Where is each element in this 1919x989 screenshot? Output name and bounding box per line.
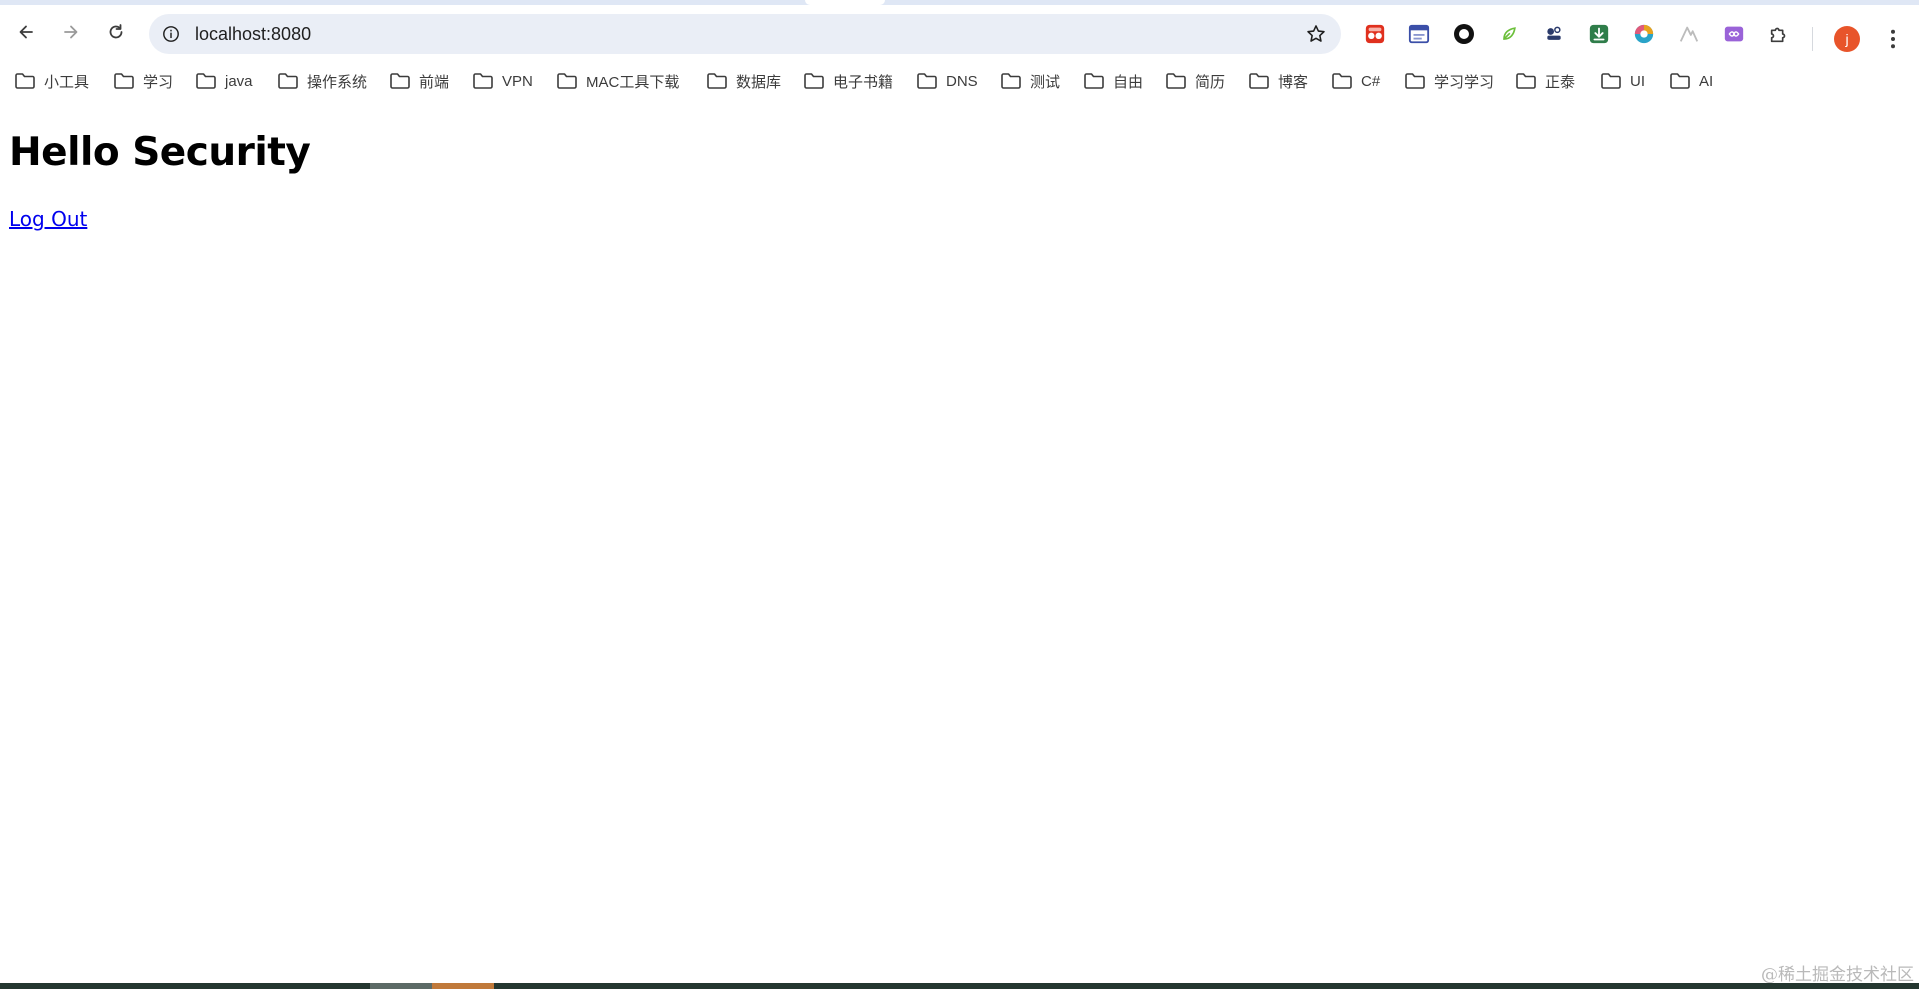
- forward-button[interactable]: [54, 15, 88, 49]
- folder-icon: [390, 73, 410, 89]
- bookmark-label: 电子书籍: [833, 73, 894, 91]
- bookmark-label: 正泰: [1545, 73, 1576, 91]
- folder-icon: [1084, 73, 1104, 89]
- bookmark-label: MAC工具下载: [586, 73, 680, 91]
- taskbar-item[interactable]: [370, 983, 432, 989]
- bookmark-item[interactable]: 前端: [389, 68, 449, 94]
- puzzle-extensions-icon[interactable]: [1767, 22, 1791, 46]
- watermark: @稀土掘金技术社区: [1761, 965, 1914, 985]
- bookmark-item[interactable]: 学习: [113, 68, 173, 94]
- dark-blue-extension-icon[interactable]: [1542, 22, 1566, 46]
- folder-icon: [1516, 73, 1536, 89]
- bookmark-label: VPN: [502, 72, 533, 90]
- bookmark-item[interactable]: UI: [1600, 68, 1645, 94]
- taskbar-strip: [0, 983, 1919, 989]
- reload-button[interactable]: [99, 15, 133, 49]
- bookmark-label: java: [225, 72, 253, 90]
- bookmark-item[interactable]: 测试: [1000, 68, 1060, 94]
- profile-avatar[interactable]: j: [1834, 26, 1860, 52]
- site-info-icon[interactable]: [159, 22, 183, 46]
- bookmark-item[interactable]: AI: [1669, 68, 1713, 94]
- bookmark-item[interactable]: DNS: [916, 68, 978, 94]
- toolbar-divider: [1812, 27, 1813, 51]
- bookmark-label: 学习学习: [1434, 73, 1495, 91]
- black-circle-extension-icon[interactable]: [1452, 22, 1476, 46]
- grey-peak-extension-icon[interactable]: [1677, 22, 1701, 46]
- folder-icon: [278, 73, 298, 89]
- arrow-left-icon: [19, 25, 33, 39]
- bookmark-item[interactable]: VPN: [472, 68, 533, 94]
- bookmark-label: AI: [1699, 72, 1714, 90]
- bookmark-item[interactable]: 数据库: [706, 68, 781, 94]
- bookmark-item[interactable]: C#: [1331, 68, 1380, 94]
- folder-icon: [196, 73, 216, 89]
- page-content: Hello Security Log Out: [9, 130, 311, 231]
- download-extension-icon[interactable]: [1587, 22, 1611, 46]
- bookmark-label: 小工具: [44, 73, 90, 91]
- bookmark-label: 博客: [1278, 73, 1309, 91]
- taskbar-item[interactable]: [432, 983, 494, 989]
- folder-icon: [1601, 73, 1621, 89]
- folder-icon: [114, 73, 134, 89]
- folder-icon: [1332, 73, 1352, 89]
- kebab-menu-icon: [1891, 29, 1895, 49]
- folder-icon: [1405, 73, 1425, 89]
- bookmarks-bar: 小工具 学习 java 操作系统 前端 VPN MAC工具下载 数据库 电子书籍 DNS 测试 自由 简…: [0, 63, 1919, 99]
- bookmark-label: 学习: [143, 73, 174, 91]
- folder-icon: [1166, 73, 1186, 89]
- bookmark-item[interactable]: 电子书籍: [803, 68, 893, 94]
- bookmark-item[interactable]: 正泰: [1515, 68, 1575, 94]
- green-leaf-extension-icon[interactable]: [1497, 22, 1521, 46]
- address-bar[interactable]: localhost:8080: [149, 14, 1341, 54]
- folder-icon: [707, 73, 727, 89]
- colorful-globe-extension-icon[interactable]: [1632, 22, 1656, 46]
- folder-icon: [557, 73, 577, 89]
- folder-icon: [1249, 73, 1269, 89]
- folder-icon: [1670, 73, 1690, 89]
- folder-icon: [804, 73, 824, 89]
- bookmark-item[interactable]: MAC工具下载: [556, 68, 679, 94]
- page-heading: Hello Security: [9, 130, 311, 175]
- browser-menu-button[interactable]: [1880, 25, 1906, 53]
- bookmark-label: DNS: [946, 72, 978, 90]
- reload-icon: [109, 24, 123, 39]
- bookmark-label: 数据库: [736, 73, 782, 91]
- bookmark-item[interactable]: 小工具: [14, 68, 89, 94]
- bookmark-label: C#: [1361, 72, 1381, 90]
- logout-link[interactable]: Log Out: [9, 207, 87, 231]
- bookmark-item[interactable]: 博客: [1248, 68, 1308, 94]
- bookmark-item[interactable]: 自由: [1083, 68, 1143, 94]
- bookmark-item[interactable]: 学习学习: [1404, 68, 1494, 94]
- bookmark-label: UI: [1630, 72, 1645, 90]
- url-text[interactable]: localhost:8080: [195, 14, 311, 54]
- bookmark-label: 前端: [419, 73, 450, 91]
- folder-icon: [917, 73, 937, 89]
- red-grid-extension-icon[interactable]: [1363, 22, 1387, 46]
- bookmark-item[interactable]: 操作系统: [277, 68, 367, 94]
- bookmark-label: 操作系统: [307, 73, 368, 91]
- browser-toolbar: localhost:8080 j: [0, 5, 1919, 63]
- bookmark-star-icon[interactable]: [1305, 23, 1327, 45]
- bookmark-item[interactable]: 简历: [1165, 68, 1225, 94]
- back-button[interactable]: [9, 15, 43, 49]
- bookmark-label: 简历: [1195, 73, 1226, 91]
- window-extension-icon[interactable]: [1407, 22, 1431, 46]
- folder-icon: [473, 73, 493, 89]
- bookmark-label: 测试: [1030, 73, 1061, 91]
- folder-icon: [15, 73, 35, 89]
- bookmark-item[interactable]: java: [195, 68, 253, 94]
- bookmark-label: 自由: [1113, 73, 1144, 91]
- infinity-extension-icon[interactable]: [1722, 22, 1746, 46]
- arrow-right-icon: [64, 25, 78, 39]
- folder-icon: [1001, 73, 1021, 89]
